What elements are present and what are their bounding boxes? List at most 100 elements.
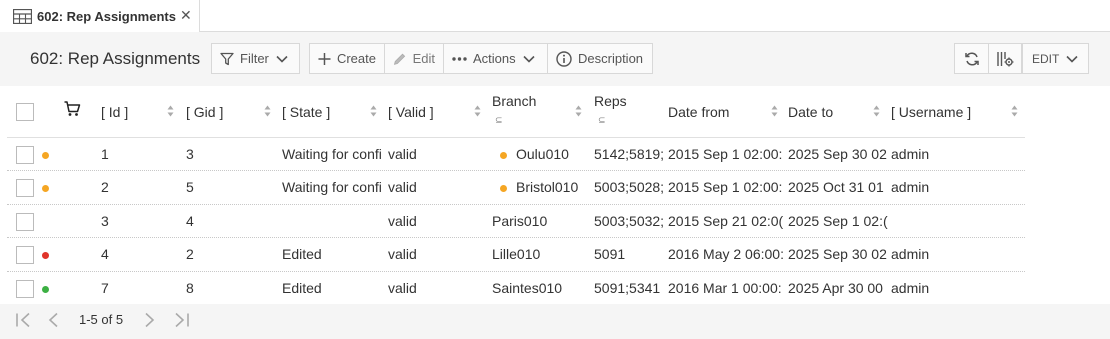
row-checkbox[interactable] (16, 212, 34, 231)
plus-icon (318, 52, 331, 65)
grid-body: 1 3 Waiting for confi valid 5142;5819; 2015 S… (7, 138, 1025, 305)
cell-state: Waiting for confi (282, 179, 382, 196)
cell-date-to: 2025 Oct 31 01 (788, 179, 884, 196)
column-header-date-to[interactable]: Date to (788, 86, 833, 138)
next-page-icon[interactable] (143, 312, 155, 328)
cell-valid: valid (388, 212, 417, 229)
table-row[interactable]: 3 4 valid 5003;5032; 2015 Sep 21 02:0(2025 S… (7, 204, 1025, 239)
column-header-id[interactable]: [ Id ] (101, 86, 128, 138)
cell-id: 7 (101, 279, 109, 296)
cell-branch: Lille010 (492, 246, 541, 263)
create-label: Create (336, 51, 376, 66)
column-header-state[interactable]: [ State ] (282, 86, 330, 138)
filter-button[interactable]: Filter (211, 43, 300, 74)
chevron-down-icon (276, 55, 288, 63)
cell-username: admin (891, 279, 930, 296)
cell-gid: 8 (186, 279, 194, 296)
cell-date-from: 2015 Sep 1 02:00: (668, 146, 783, 162)
actions-button[interactable]: Actions (444, 43, 548, 74)
cell-id: 2 (101, 179, 109, 196)
cell-gid: 3 (186, 146, 194, 162)
previous-page-icon[interactable] (48, 312, 60, 328)
sort-icon[interactable] (474, 105, 481, 117)
cell-username: admin (891, 146, 930, 162)
cell-gid: 5 (186, 179, 194, 196)
cart-icon (64, 101, 81, 116)
last-page-icon[interactable] (173, 312, 191, 328)
description-label: Description (578, 51, 644, 66)
edit-button[interactable]: Edit (385, 43, 444, 74)
edit-mode-label: EDIT (1032, 51, 1060, 66)
column-header-date-from[interactable]: Date from (668, 86, 729, 138)
sort-icon[interactable] (771, 105, 778, 117)
refresh-button[interactable] (954, 43, 989, 74)
sort-icon[interactable] (167, 105, 174, 117)
row-checkbox[interactable] (16, 146, 34, 164)
sort-icon[interactable] (1011, 105, 1018, 117)
cell-id: 3 (101, 212, 109, 229)
chevron-down-icon (523, 55, 535, 63)
table-row[interactable]: 1 3 Waiting for confi valid 5142;5819; 2015 S… (7, 138, 1025, 172)
cell-state (282, 205, 388, 238)
column-settings-icon (997, 51, 1014, 66)
table-row[interactable]: 2 5 Waiting for confi valid 5003;5028; 2015 S… (7, 171, 1025, 205)
refresh-icon (964, 51, 979, 66)
cell-date-to: 2025 Apr 30 00 (788, 279, 883, 296)
cell-valid: valid (388, 146, 417, 162)
sort-icon[interactable] (873, 105, 880, 117)
edit-mode-button[interactable]: EDIT (1022, 43, 1089, 74)
pencil-icon (393, 53, 406, 65)
cell-state: Waiting for confi (282, 146, 382, 162)
select-all-checkbox[interactable] (16, 103, 34, 121)
edit-label: Edit (412, 51, 435, 66)
cell-gid: 4 (186, 212, 194, 229)
cell-date-to: 2025 Sep 30 02 (788, 146, 887, 162)
table-row[interactable]: 7 8 Edited valid 5091;5341 2016 Mar 1 00:00: 2… (7, 271, 1025, 305)
column-header-gid[interactable]: [ Gid ] (186, 86, 223, 138)
chevron-down-icon (1066, 55, 1078, 63)
close-icon[interactable]: ✕ (180, 7, 192, 23)
status-dot (42, 185, 49, 193)
filter-small-icon[interactable]: ⊆ (598, 115, 606, 126)
status-dot (42, 252, 49, 260)
column-header-valid[interactable]: [ Valid ] (388, 86, 434, 138)
sort-icon[interactable] (575, 105, 582, 117)
cell-valid: valid (388, 246, 417, 263)
table-icon (13, 8, 32, 24)
cell-reps: 5091 (594, 246, 626, 263)
sort-icon[interactable] (264, 105, 271, 117)
cell-reps: 5091;5341 (594, 279, 661, 296)
filter-small-icon[interactable]: ⊆ (495, 115, 503, 126)
pager: 1-5 of 5 (0, 304, 1110, 339)
first-page-icon[interactable] (14, 312, 32, 328)
description-button[interactable]: Description (547, 43, 653, 74)
tab-label: 602: Rep Assignments (37, 8, 176, 24)
cell-gid: 2 (186, 246, 194, 263)
cell-date-to: 2025 Sep 1 02:( (788, 212, 888, 229)
column-settings-button[interactable] (989, 43, 1022, 74)
more-dots-icon (452, 56, 467, 61)
row-checkbox[interactable] (16, 179, 34, 198)
branch-status-dot (500, 152, 507, 159)
status-dot (42, 285, 49, 293)
cell-valid: valid (388, 179, 417, 196)
cell-state: Edited (282, 279, 322, 296)
row-checkbox[interactable] (16, 279, 34, 298)
status-dot (42, 152, 49, 159)
tab-rep-assignments[interactable]: 602: Rep Assignments ✕ (0, 0, 200, 32)
cell-date-from: 2015 Sep 21 02:0( (668, 212, 784, 229)
filter-label: Filter (240, 51, 269, 66)
tab-strip: 602: Rep Assignments ✕ (0, 0, 1110, 32)
data-grid: [ Id ] [ Gid ] [ State ] [ Valid ] Branc… (7, 86, 1025, 305)
cell-username: admin (891, 246, 930, 263)
cell-date-from: 2015 Sep 1 02:00: (668, 179, 783, 196)
cell-branch: Paris010 (492, 212, 548, 229)
column-header-username[interactable]: [ Username ] (891, 86, 971, 138)
sort-icon[interactable] (370, 105, 377, 117)
info-icon (556, 50, 572, 67)
toolbar: 602: Rep Assignments Filter Create Edit … (0, 32, 1110, 86)
table-row[interactable]: 4 2 Edited valid 5091 2016 May 2 06:00: 2025 S… (7, 238, 1025, 272)
row-checkbox[interactable] (16, 246, 34, 265)
create-button[interactable]: Create (309, 43, 385, 74)
page-info: 1-5 of 5 (79, 312, 124, 327)
